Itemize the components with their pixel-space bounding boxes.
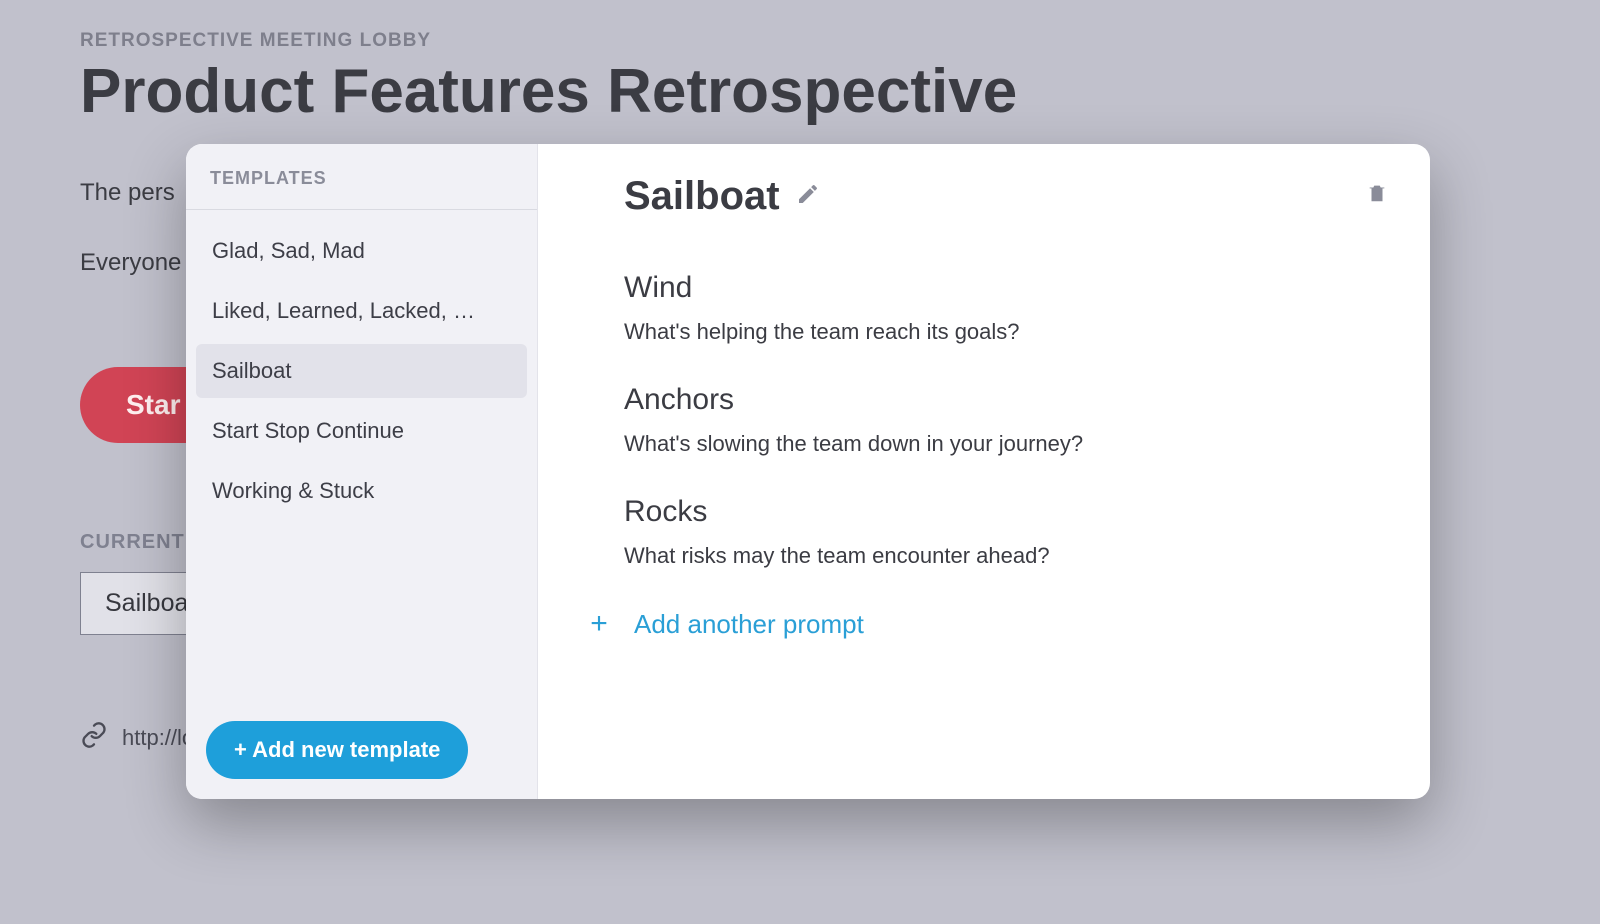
template-item[interactable]: Liked, Learned, Lacked, … (196, 284, 527, 338)
template-item[interactable]: Start Stop Continue (196, 404, 527, 458)
plus-icon: + (584, 607, 614, 641)
templates-heading: TEMPLATES (186, 144, 537, 210)
add-prompt-button[interactable]: + Add another prompt (624, 607, 1382, 641)
prompt-desc: What risks may the team encounter ahead? (624, 543, 1382, 569)
template-name: Sailboat (624, 174, 780, 219)
edit-icon[interactable] (796, 182, 820, 211)
template-detail: Sailboat Wind What's helping the team re… (538, 144, 1430, 799)
template-modal: TEMPLATES Glad, Sad, Mad Liked, Learned,… (186, 144, 1430, 799)
delete-icon[interactable] (1366, 180, 1388, 211)
page-title: Product Features Retrospective (80, 56, 1540, 127)
prompt-item: Rocks What risks may the team encounter … (624, 495, 1382, 569)
prompt-item: Wind What's helping the team reach its g… (624, 271, 1382, 345)
page-eyebrow: RETROSPECTIVE MEETING LOBBY (80, 30, 1540, 52)
add-prompt-label: Add another prompt (634, 609, 864, 640)
template-sidebar: TEMPLATES Glad, Sad, Mad Liked, Learned,… (186, 144, 538, 799)
prompt-desc: What's slowing the team down in your jou… (624, 431, 1382, 457)
template-list: Glad, Sad, Mad Liked, Learned, Lacked, …… (186, 210, 537, 799)
template-item[interactable]: Sailboat (196, 344, 527, 398)
prompt-item: Anchors What's slowing the team down in … (624, 383, 1382, 457)
prompt-title: Wind (624, 271, 1382, 305)
link-icon (80, 721, 108, 755)
template-item[interactable]: Glad, Sad, Mad (196, 224, 527, 278)
prompt-title: Rocks (624, 495, 1382, 529)
prompt-desc: What's helping the team reach its goals? (624, 319, 1382, 345)
prompt-title: Anchors (624, 383, 1382, 417)
template-detail-header: Sailboat (624, 174, 1382, 219)
template-item[interactable]: Working & Stuck (196, 464, 527, 518)
add-template-button[interactable]: + Add new template (206, 721, 468, 779)
prompt-list: Wind What's helping the team reach its g… (624, 271, 1382, 569)
